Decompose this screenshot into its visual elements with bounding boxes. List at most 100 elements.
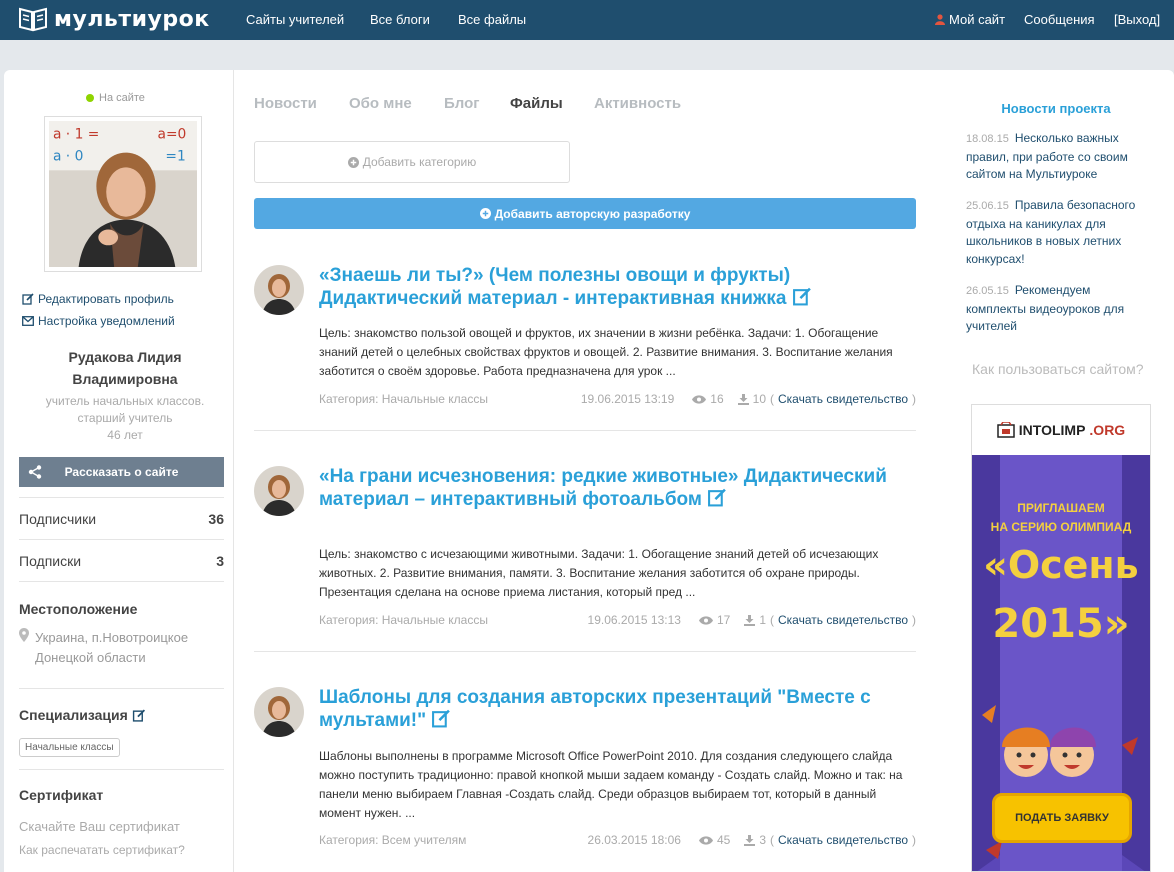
- profile-role-line1: учитель начальных классов.: [45, 394, 205, 408]
- location: Украина, п.Новотроицкое Донецкой области: [19, 628, 188, 668]
- news-date: 25.06.15: [966, 200, 1009, 212]
- subscribers-row[interactable]: Подписчики 36: [19, 497, 224, 539]
- subscribers-label: Подписчики: [19, 510, 97, 527]
- how-to-use-link[interactable]: Как пользоваться сайтом?: [972, 361, 1144, 377]
- banner-brand-main: INTOLIMP: [1018, 422, 1086, 438]
- news-item[interactable]: 25.06.15 Правила безопасного отдыха на ка…: [966, 197, 1146, 268]
- intolimp-banner[interactable]: INTOLIMP .ORG ПРИГЛАШАЕМ НА СЕРИЮ ОЛИМПИА…: [971, 404, 1151, 872]
- intolimp-logo-icon: [997, 422, 1015, 438]
- add-development-button[interactable]: Добавить авторскую разработку: [254, 198, 916, 229]
- tab-files[interactable]: Файлы: [510, 95, 563, 112]
- post-description: Цель: знакомство с исчезающими животными…: [319, 547, 879, 599]
- eye-icon: [692, 394, 707, 404]
- submit-application-button[interactable]: ПОДАТЬ ЗАЯВКУ: [992, 793, 1132, 843]
- news-item[interactable]: 26.05.15 Рекомендуем комплекты видеоуроко…: [966, 282, 1146, 336]
- share-icon: [19, 457, 51, 487]
- banner-brand: INTOLIMP .ORG: [972, 405, 1150, 455]
- edit-icon[interactable]: [707, 488, 727, 507]
- edit-icon: [22, 293, 34, 305]
- author-avatar[interactable]: [254, 466, 304, 516]
- edit-profile-link[interactable]: Редактировать профиль: [22, 292, 174, 306]
- banner-line2: НА СЕРИЮ ОЛИМПИАД: [990, 520, 1132, 534]
- download-icon: [744, 834, 756, 846]
- banner-body: ПРИГЛАШАЕМ НА СЕРИЮ ОЛИМПИАД «Осень 2015…: [972, 455, 1150, 871]
- subscriptions-count: 3: [216, 552, 224, 569]
- certificate-download-link[interactable]: Скачайте Ваш сертификат: [19, 819, 180, 834]
- tab-about[interactable]: Обо мне: [349, 95, 412, 112]
- map-pin-icon: [19, 628, 29, 642]
- tab-activity[interactable]: Активность: [594, 95, 681, 112]
- post-category[interactable]: Категория: Начальные классы: [319, 392, 488, 406]
- logo-text: мультиурок: [54, 6, 210, 32]
- post-category[interactable]: Категория: Всем учителям: [319, 833, 466, 847]
- author-avatar-image: [254, 687, 304, 737]
- post-views: 16: [710, 392, 724, 406]
- profile-photo[interactable]: a · 1 = a=0 a · 0 =1: [44, 116, 202, 272]
- my-site-link[interactable]: Мой сайт: [935, 12, 1005, 27]
- tab-blog[interactable]: Блог: [444, 95, 480, 112]
- download-icon: [737, 393, 749, 405]
- my-site-label: Мой сайт: [949, 12, 1006, 27]
- banner-line1: ПРИГЛАШАЕМ: [1017, 501, 1105, 515]
- download-certificate-link[interactable]: Скачать свидетельство: [778, 392, 908, 406]
- banner-big-line1: «Осень: [983, 543, 1139, 587]
- svg-text:a=0: a=0: [158, 127, 187, 143]
- project-news-title: Новости проекта: [1001, 101, 1111, 116]
- profile-name-line1: Рудакова Лидия: [68, 349, 182, 365]
- post-title-text: «Знаешь ли ты?» (Чем полезны овощи и фру…: [319, 265, 791, 309]
- profile-age: 46 лет: [107, 428, 143, 442]
- edit-icon[interactable]: [132, 708, 146, 722]
- specialization-title: Специализация: [19, 707, 128, 723]
- add-category-label: Добавить категорию: [362, 155, 477, 169]
- post-date: 19.06.2015 13:13: [587, 613, 681, 627]
- notifications-label: Настройка уведомлений: [38, 314, 175, 328]
- tab-news[interactable]: Новости: [254, 95, 317, 112]
- plus-circle-icon: [479, 208, 491, 219]
- add-category-button[interactable]: Добавить категорию: [254, 141, 570, 183]
- post-title-text: «На грани исчезновения: редкие животные»…: [319, 466, 887, 510]
- logout-link[interactable]: [Выход]: [1114, 12, 1160, 27]
- subscriptions-row[interactable]: Подписки 3: [19, 539, 224, 581]
- specialization-heading: Специализация: [19, 707, 146, 723]
- post-description: Цель: знакомство пользой овощей и фрукто…: [319, 326, 893, 378]
- certificate-print-link[interactable]: Как распечатать сертификат?: [19, 843, 185, 857]
- online-status: На сайте: [86, 92, 145, 104]
- svg-text:a · 0: a · 0: [53, 148, 83, 164]
- post-category[interactable]: Категория: Начальные классы: [319, 613, 488, 627]
- top-navbar: мультиурок Сайты учителей Все блоги Все …: [0, 0, 1174, 40]
- divider: [19, 581, 224, 582]
- post-views: 17: [716, 613, 731, 627]
- nav-all-blogs[interactable]: Все блоги: [370, 12, 430, 27]
- envelope-icon: [22, 316, 34, 326]
- news-item[interactable]: 18.08.15 Несколько важных правил, при раб…: [966, 130, 1146, 184]
- nav-teacher-sites[interactable]: Сайты учителей: [246, 12, 344, 27]
- banner-big-line2: 2015»: [992, 601, 1130, 647]
- share-button[interactable]: Рассказать о сайте: [19, 457, 224, 487]
- post-meta: Категория: Начальные классы 19.06.2015 1…: [319, 392, 916, 406]
- profile-role: учитель начальных классов. старший учите…: [22, 393, 228, 444]
- notifications-link[interactable]: Настройка уведомлений: [22, 314, 175, 328]
- post-title[interactable]: Шаблоны для создания авторских презентац…: [319, 687, 916, 732]
- svg-text:=1: =1: [165, 148, 185, 164]
- specialization-tag[interactable]: Начальные классы: [19, 738, 120, 757]
- subscriptions-label: Подписки: [19, 552, 82, 569]
- post-title[interactable]: «Знаешь ли ты?» (Чем полезны овощи и фру…: [319, 265, 916, 310]
- download-certificate-link[interactable]: Скачать свидетельство: [778, 613, 908, 627]
- post-title[interactable]: «На грани исчезновения: редкие животные»…: [319, 466, 916, 511]
- user-icon: [935, 14, 945, 25]
- edit-icon[interactable]: [792, 287, 812, 306]
- messages-link[interactable]: Сообщения: [1024, 12, 1095, 27]
- profile-name-line2: Владимировна: [72, 371, 178, 387]
- author-avatar-image: [254, 265, 304, 315]
- download-certificate-link[interactable]: Скачать свидетельство: [778, 833, 908, 847]
- banner-invite: ПРИГЛАШАЕМ НА СЕРИЮ ОЛИМПИАД: [972, 499, 1150, 537]
- eye-icon: [698, 835, 713, 845]
- edit-icon[interactable]: [431, 709, 451, 728]
- author-avatar[interactable]: [254, 687, 304, 737]
- nav-all-files[interactable]: Все файлы: [458, 12, 526, 27]
- logo[interactable]: мультиурок: [18, 6, 210, 32]
- profile-sidebar: На сайте a · 1 = a=0 a · 0 =1 Редактиров…: [4, 70, 234, 872]
- post-downloads: 1: [759, 613, 766, 627]
- post-date: 19.06.2015 13:19: [580, 392, 675, 406]
- author-avatar[interactable]: [254, 265, 304, 315]
